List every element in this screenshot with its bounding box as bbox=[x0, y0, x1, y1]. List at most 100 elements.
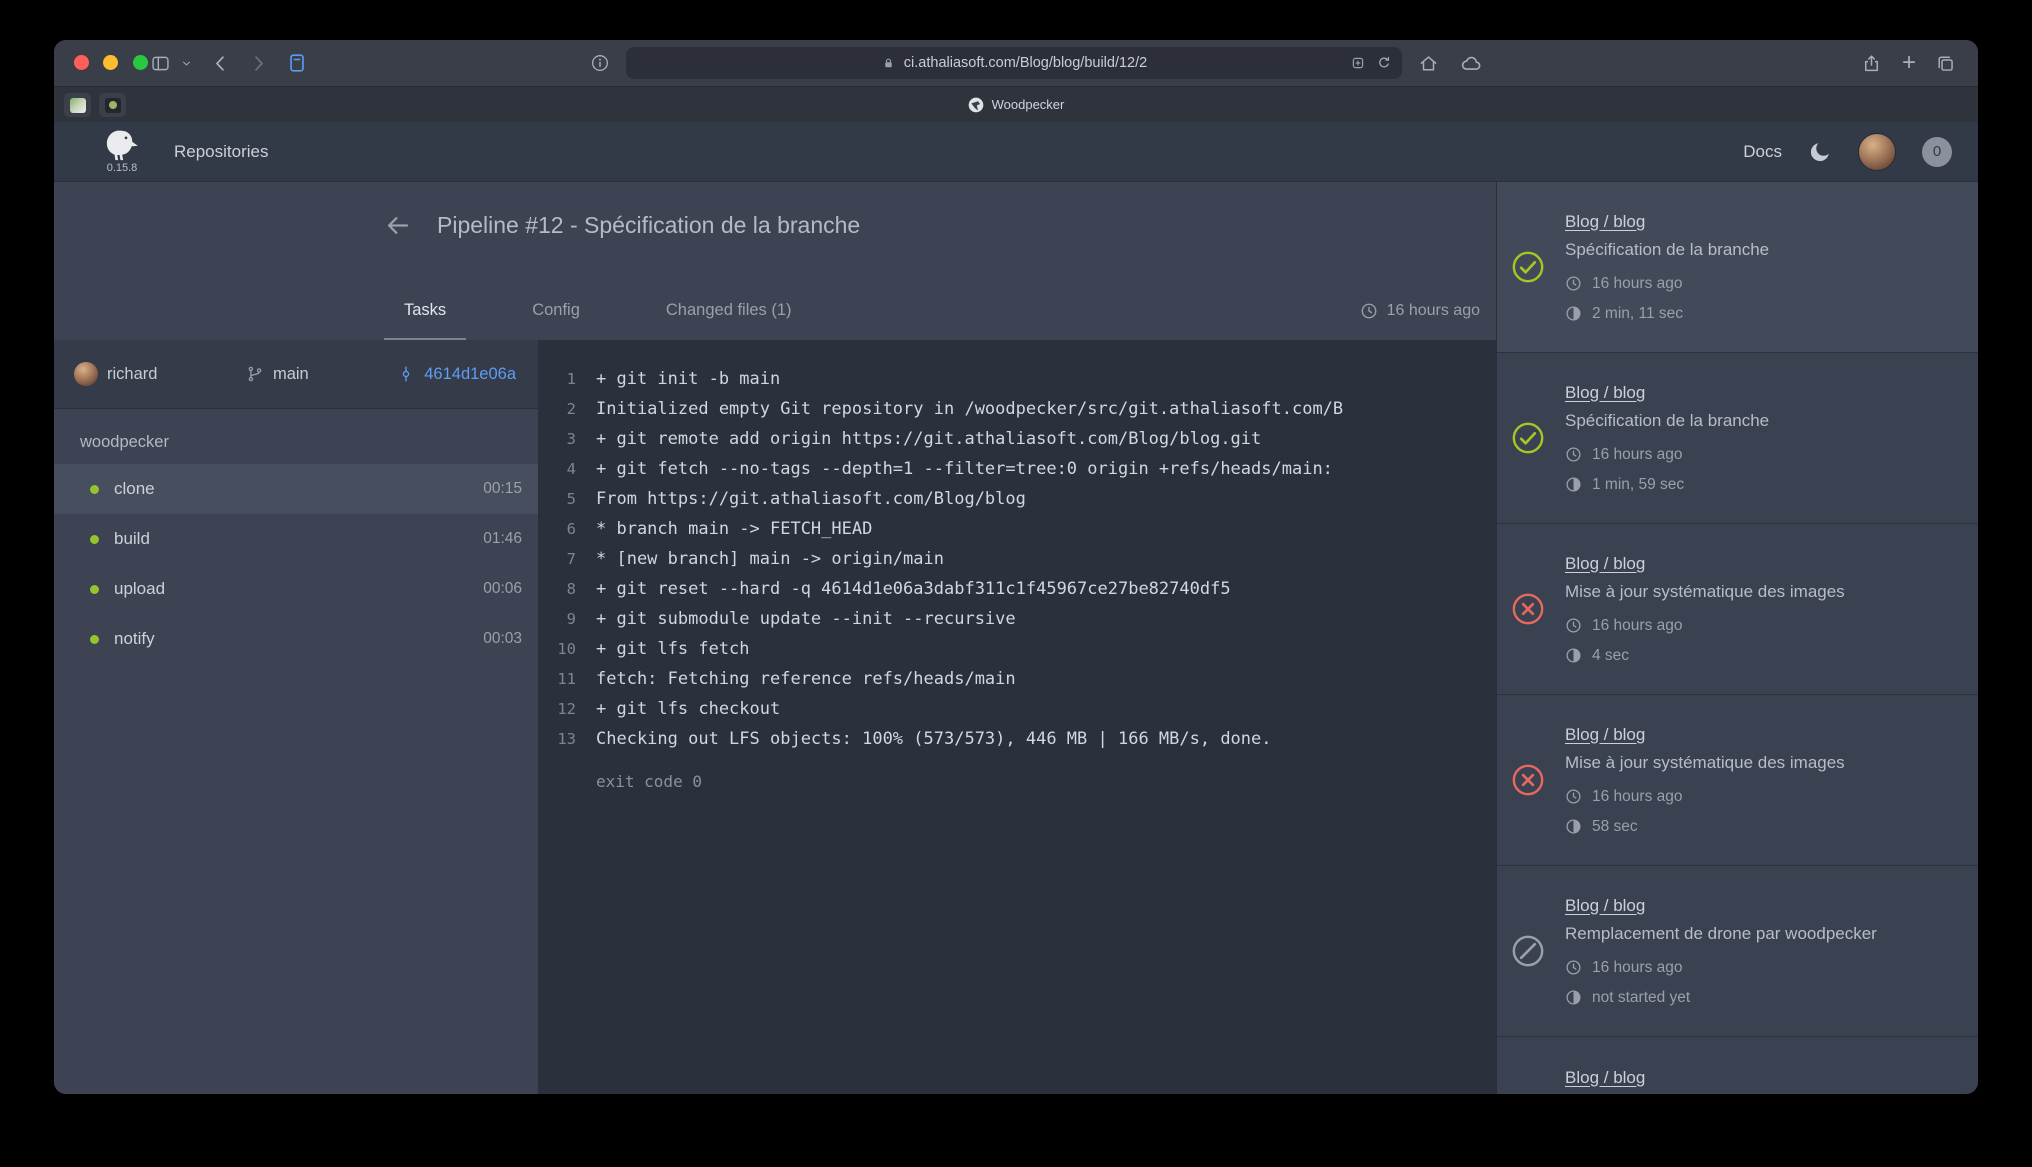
browser-toolbar: ci.athaliasoft.com/Blog/blog/build/12/2 … bbox=[54, 40, 1978, 86]
address-bar[interactable]: ci.athaliasoft.com/Blog/blog/build/12/2 bbox=[626, 47, 1402, 79]
commit-message: Mise à jour systématique des images bbox=[1565, 582, 1952, 602]
pipeline-time: 16 hours ago bbox=[1360, 302, 1480, 320]
log-line: 8+ git reset --hard -q 4614d1e06a3dabf31… bbox=[538, 574, 1476, 604]
step-status-dot bbox=[90, 485, 99, 494]
minimize-window-button[interactable] bbox=[103, 55, 118, 70]
log-line: 13Checking out LFS objects: 100% (573/57… bbox=[538, 724, 1476, 754]
tab-tasks[interactable]: Tasks bbox=[384, 282, 466, 340]
extensions-badge-icon[interactable] bbox=[1350, 55, 1366, 71]
close-window-button[interactable] bbox=[74, 55, 89, 70]
clock-icon bbox=[1565, 959, 1582, 976]
app-version: 0.15.8 bbox=[107, 162, 138, 174]
dark-mode-toggle-icon[interactable] bbox=[1808, 140, 1832, 164]
pinned-tab-1[interactable] bbox=[64, 93, 91, 117]
user-avatar[interactable] bbox=[1858, 133, 1896, 171]
duration-icon bbox=[1565, 476, 1582, 493]
tab-changed-files[interactable]: Changed files (1) bbox=[646, 282, 812, 340]
commit-meta-row: richard main 4614d1e06a bbox=[54, 340, 538, 409]
pipeline-list: Blog / blog Spécification de la branche … bbox=[1496, 182, 1978, 1094]
log-line: 3+ git remote add origin https://git.ath… bbox=[538, 424, 1476, 454]
step-status-dot bbox=[90, 535, 99, 544]
step-clone[interactable]: clone 00:15 bbox=[54, 464, 538, 514]
step-upload[interactable]: upload 00:06 bbox=[54, 564, 538, 614]
repo-link[interactable]: Blog / blog bbox=[1565, 212, 1645, 232]
duration-icon bbox=[1565, 818, 1582, 835]
log-line: 1+ git init -b main bbox=[538, 364, 1476, 394]
clock-icon bbox=[1360, 302, 1378, 320]
status-failure-icon bbox=[1511, 592, 1545, 626]
status-failure-icon bbox=[1511, 763, 1545, 797]
duration-text: not started yet bbox=[1592, 989, 1690, 1007]
log-output[interactable]: 1+ git init -b main 2Initialized empty G… bbox=[538, 340, 1496, 1094]
tab-config[interactable]: Config bbox=[512, 282, 600, 340]
pipeline-list-item[interactable]: Blog / blog Remplacement de drone par wo… bbox=[1497, 1037, 1978, 1094]
new-tab-icon[interactable]: + bbox=[1902, 40, 1916, 86]
steps-panel: richard main 4614d1e06a woodpecke bbox=[54, 340, 538, 1094]
app-header: 0.15.8 Repositories Docs 0 bbox=[54, 122, 1978, 182]
page-info-icon[interactable] bbox=[590, 40, 610, 86]
pinned-tab-favicon bbox=[105, 98, 121, 113]
share-icon[interactable] bbox=[1861, 40, 1882, 86]
fullscreen-window-button[interactable] bbox=[133, 55, 148, 70]
pinned-tab-favicon bbox=[70, 98, 86, 113]
start-page-icon[interactable] bbox=[286, 40, 308, 86]
author: richard bbox=[74, 362, 157, 386]
time-ago-text: 16 hours ago bbox=[1592, 959, 1683, 977]
home-icon[interactable] bbox=[1418, 40, 1439, 86]
woodpecker-logo[interactable]: 0.15.8 bbox=[94, 129, 150, 174]
workflow-name: woodpecker bbox=[80, 433, 538, 452]
author-name: richard bbox=[107, 365, 157, 384]
log-line: 12+ git lfs checkout bbox=[538, 694, 1476, 724]
notification-counter[interactable]: 0 bbox=[1922, 137, 1952, 167]
tab-overview-icon[interactable] bbox=[1935, 40, 1956, 86]
chevron-down-icon[interactable] bbox=[180, 40, 193, 86]
repo-link[interactable]: Blog / blog bbox=[1565, 1068, 1645, 1088]
pipeline-list-item[interactable]: Blog / blog Mise à jour systématique des… bbox=[1497, 524, 1978, 695]
forward-icon[interactable] bbox=[248, 40, 269, 86]
back-icon[interactable] bbox=[210, 40, 231, 86]
commit-link[interactable]: 4614d1e06a bbox=[397, 365, 516, 384]
status-success-icon bbox=[1511, 250, 1545, 284]
cloud-tabs-icon[interactable] bbox=[1460, 40, 1483, 86]
time-ago-text: 16 hours ago bbox=[1592, 446, 1683, 464]
tab-woodpecker[interactable]: Woodpecker bbox=[968, 97, 1065, 113]
tab-bar: Woodpecker bbox=[54, 86, 1978, 122]
sidebar-toggle-icon[interactable] bbox=[150, 40, 171, 86]
pinned-tab-2[interactable] bbox=[99, 93, 126, 117]
pipeline-tabs: Tasks Config Changed files (1) 16 hours … bbox=[54, 282, 1496, 340]
repo-link[interactable]: Blog / blog bbox=[1565, 896, 1645, 916]
time-ago-text: 16 hours ago bbox=[1592, 617, 1683, 635]
pipeline-list-item[interactable]: Blog / blog Spécification de la branche … bbox=[1497, 353, 1978, 524]
log-line: 6* branch main -> FETCH_HEAD bbox=[538, 514, 1476, 544]
back-arrow-icon[interactable] bbox=[384, 212, 411, 239]
clock-icon bbox=[1565, 446, 1582, 463]
repo-link[interactable]: Blog / blog bbox=[1565, 725, 1645, 745]
reload-icon[interactable] bbox=[1376, 55, 1392, 71]
time-ago-text: 16 hours ago bbox=[1592, 788, 1683, 806]
repo-link[interactable]: Blog / blog bbox=[1565, 554, 1645, 574]
log-line: 2Initialized empty Git repository in /wo… bbox=[538, 394, 1476, 424]
log-line: 7* [new branch] main -> origin/main bbox=[538, 544, 1476, 574]
browser-window: ci.athaliasoft.com/Blog/blog/build/12/2 … bbox=[54, 40, 1978, 1094]
step-notify[interactable]: notify 00:03 bbox=[54, 614, 538, 664]
author-avatar bbox=[74, 362, 98, 386]
duration-icon bbox=[1565, 989, 1582, 1006]
desktop-background: ci.athaliasoft.com/Blog/blog/build/12/2 … bbox=[0, 0, 2032, 1167]
log-line: 5From https://git.athaliasoft.com/Blog/b… bbox=[538, 484, 1476, 514]
duration-text: 4 sec bbox=[1592, 647, 1629, 665]
tab-title: Woodpecker bbox=[992, 97, 1065, 112]
pipeline-list-item[interactable]: Blog / blog Spécification de la branche … bbox=[1497, 182, 1978, 353]
pipeline-list-item[interactable]: Blog / blog Remplacement de drone par wo… bbox=[1497, 866, 1978, 1037]
pipeline-list-item[interactable]: Blog / blog Mise à jour systématique des… bbox=[1497, 695, 1978, 866]
log-line: 9+ git submodule update --init --recursi… bbox=[538, 604, 1476, 634]
duration-text: 58 sec bbox=[1592, 818, 1638, 836]
lock-icon bbox=[881, 56, 896, 71]
log-line: 11fetch: Fetching reference refs/heads/m… bbox=[538, 664, 1476, 694]
step-build[interactable]: build 01:46 bbox=[54, 514, 538, 564]
nav-docs[interactable]: Docs bbox=[1743, 142, 1782, 162]
nav-repositories[interactable]: Repositories bbox=[174, 142, 269, 162]
log-line: 10+ git lfs fetch bbox=[538, 634, 1476, 664]
repo-link[interactable]: Blog / blog bbox=[1565, 383, 1645, 403]
pipeline-time-text: 16 hours ago bbox=[1387, 302, 1480, 320]
exit-code: exit code 0 bbox=[538, 772, 1476, 791]
